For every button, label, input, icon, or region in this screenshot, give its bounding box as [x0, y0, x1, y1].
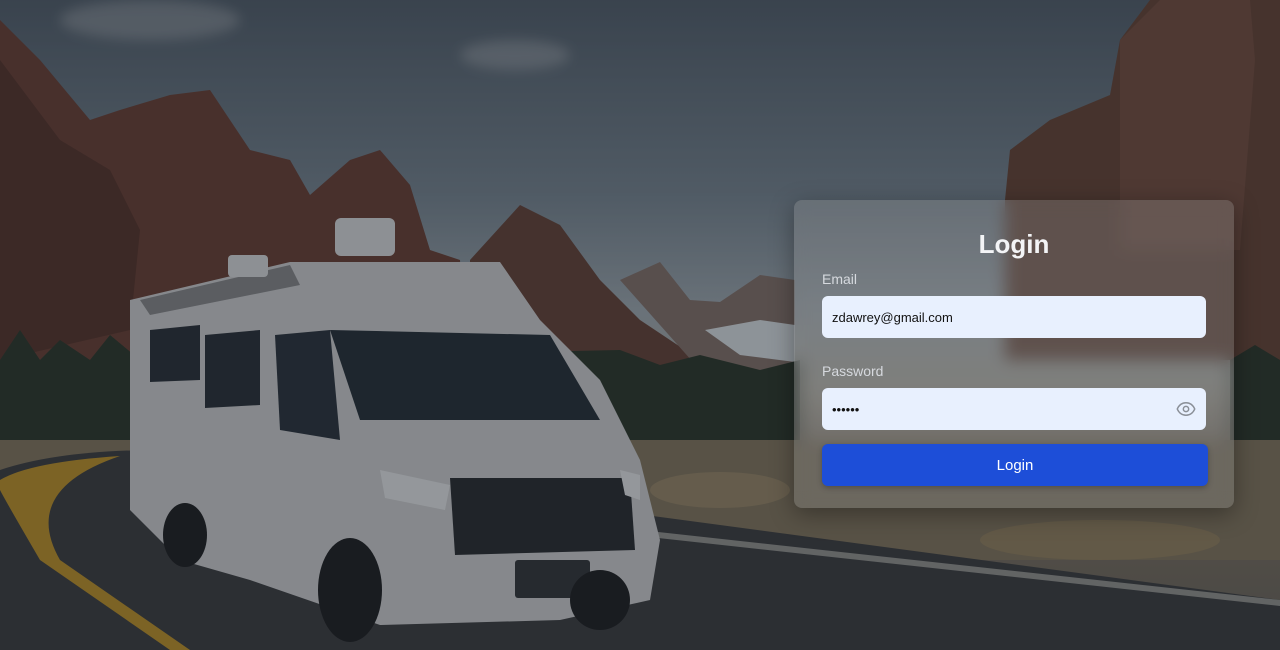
email-field-wrapper [822, 296, 1206, 338]
email-label: Email [822, 271, 858, 287]
password-field-wrapper [822, 388, 1206, 430]
login-card: Login Email Password Login [794, 200, 1234, 508]
email-field[interactable] [822, 296, 1206, 338]
password-label: Password [822, 363, 884, 379]
login-title: Login [978, 229, 1050, 259]
password-field[interactable] [822, 388, 1206, 430]
eye-icon[interactable] [1174, 397, 1198, 421]
login-button[interactable]: Login [822, 444, 1208, 486]
